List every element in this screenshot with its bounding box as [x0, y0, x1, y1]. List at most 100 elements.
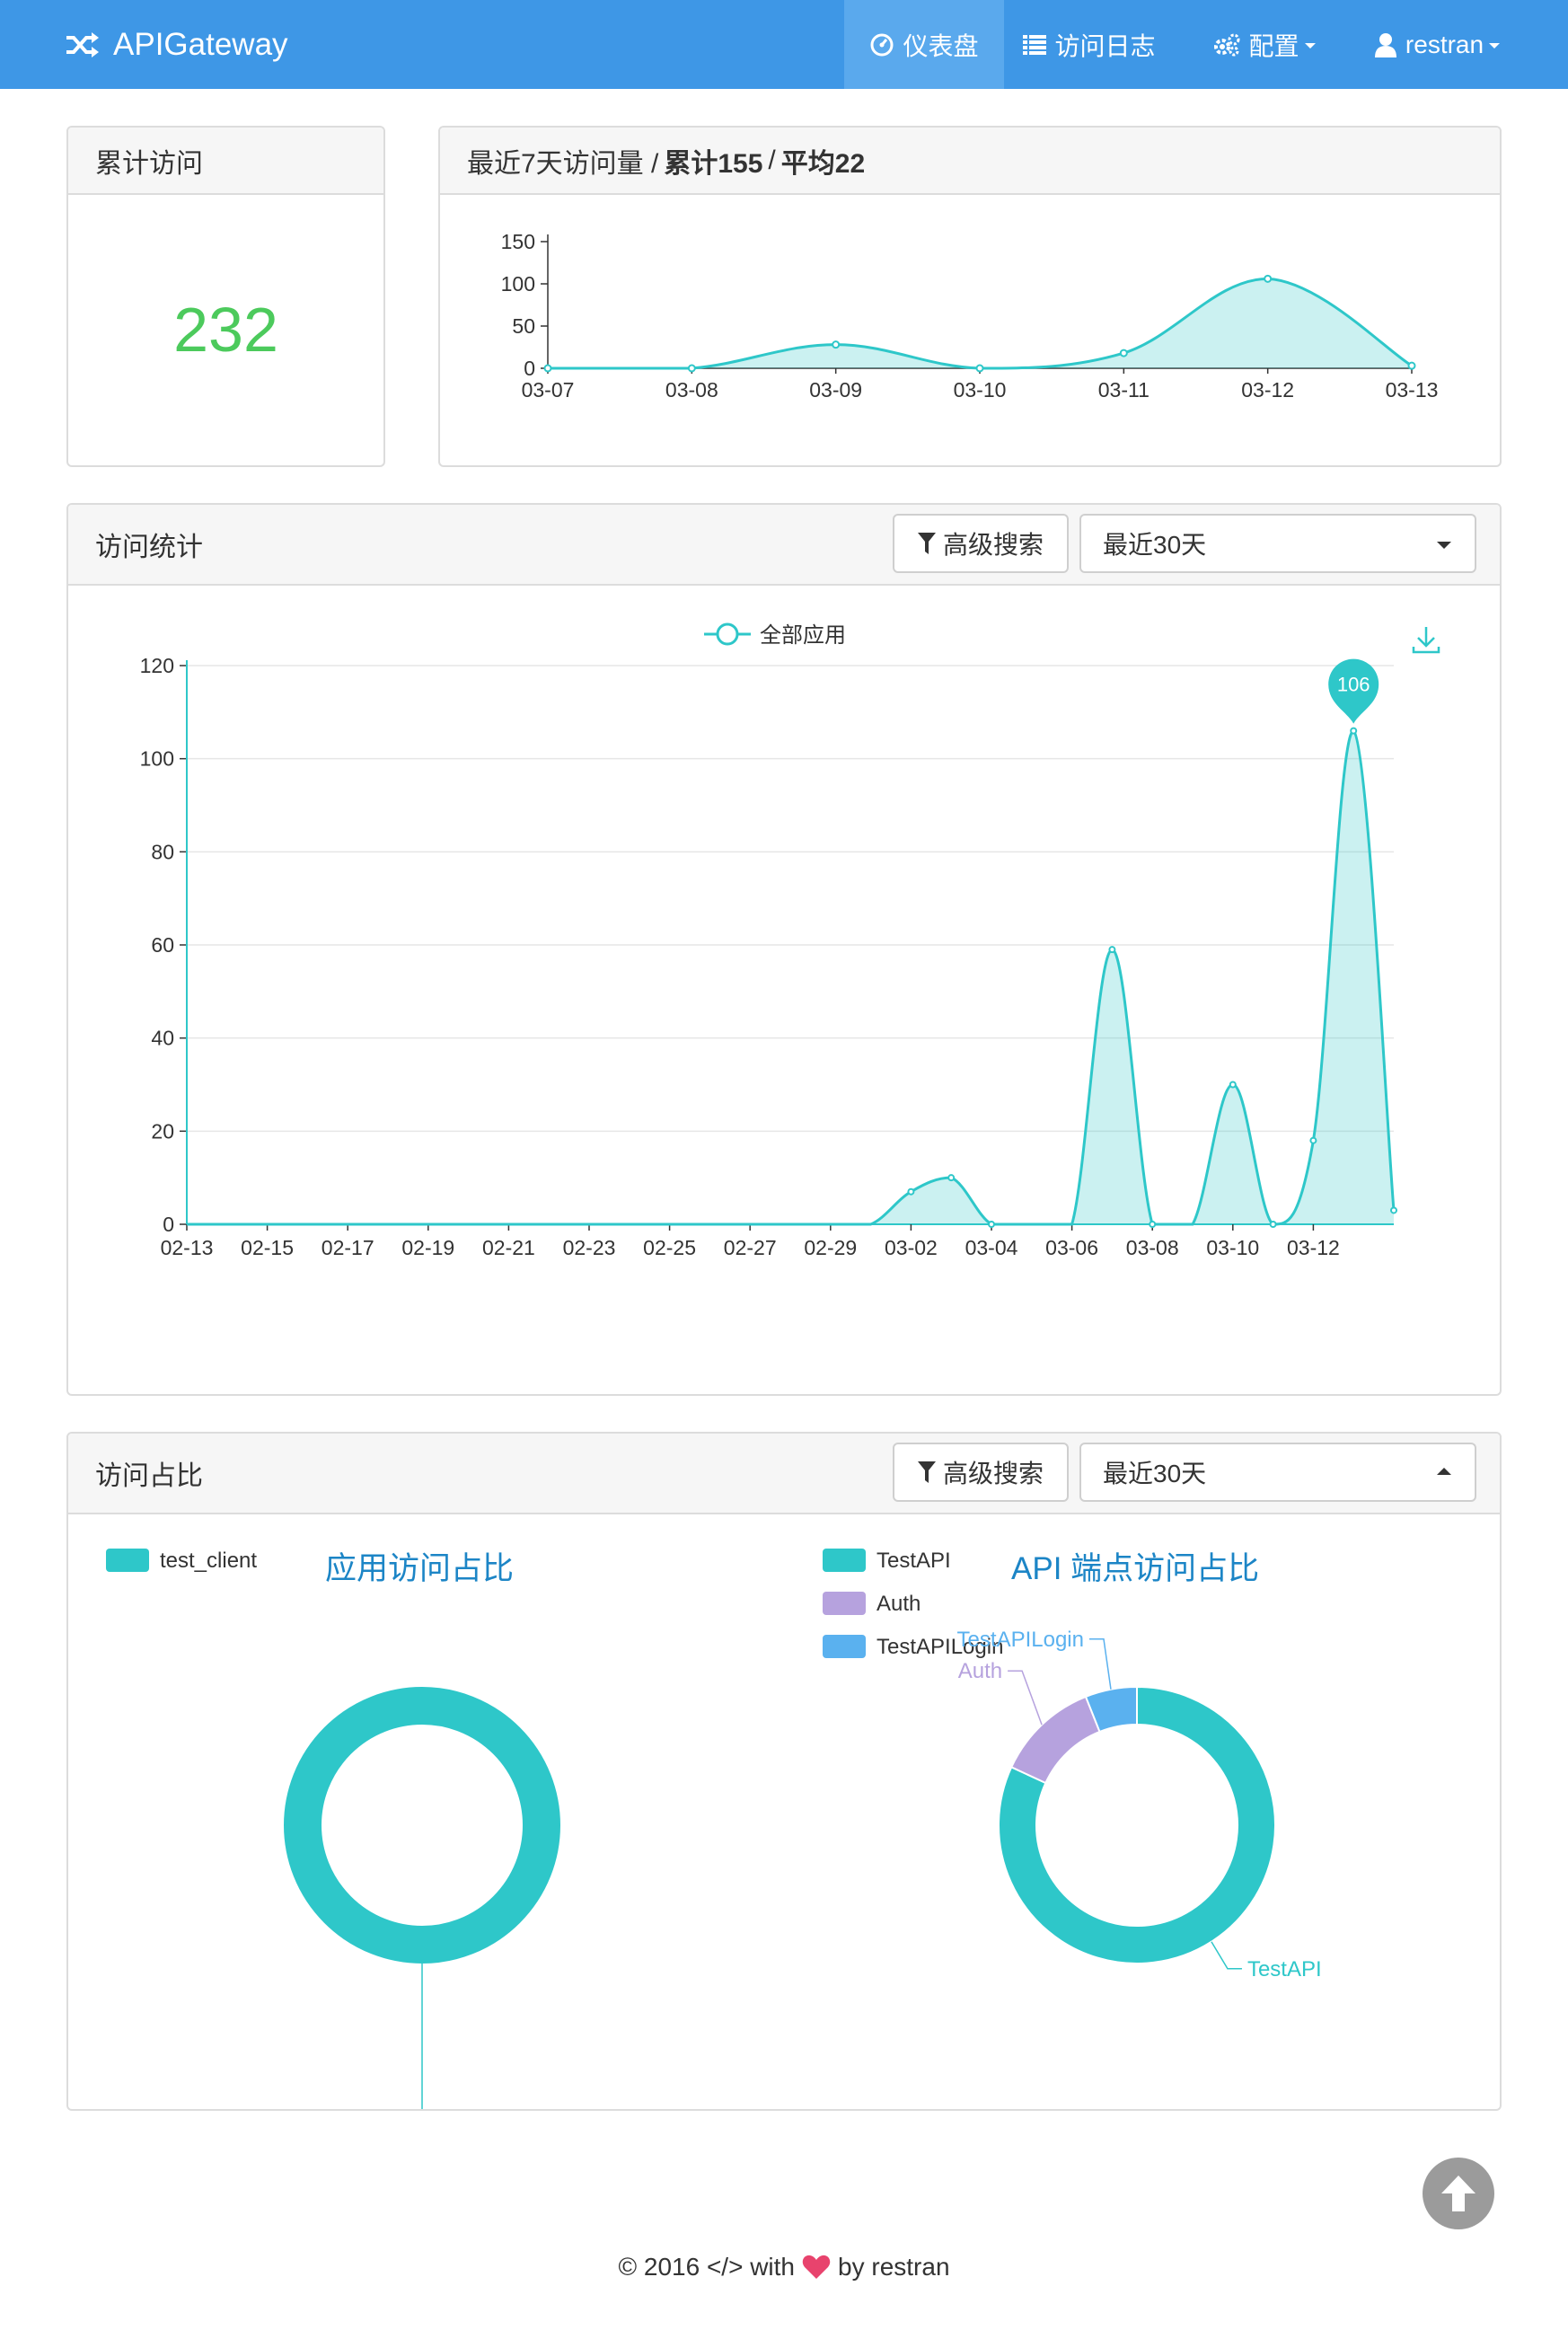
weekly-point	[975, 364, 984, 373]
stats-x-tick-label: 02-17	[322, 1236, 374, 1259]
stats-legend-marker	[716, 622, 739, 646]
visit-share-charts: test_client应用访问占比test_clientTestAPIAuthT…	[106, 1549, 1322, 2109]
advanced-search-label: 高级搜索	[943, 1460, 1044, 1487]
weekly-x-tick-label: 03-09	[809, 378, 862, 402]
pie-title: API 端点访问占比	[1011, 1551, 1259, 1586]
user-icon	[1374, 32, 1396, 57]
stats-y-tick-label: 100	[140, 747, 174, 771]
weekly-point	[687, 364, 696, 373]
brand-title: APIGateway	[113, 26, 288, 62]
total-visits-title: 累计访问	[95, 148, 203, 179]
stats-point	[1229, 1081, 1237, 1089]
stats-y-tick-label: 60	[151, 933, 174, 957]
pie-title: 应用访问占比	[325, 1551, 514, 1586]
nav-config[interactable]: 配置	[1203, 0, 1326, 89]
date-range-value: 最近30天	[1103, 1460, 1207, 1487]
pie-label: TestAPI	[1247, 1957, 1322, 1981]
stats-point	[1390, 1206, 1397, 1214]
stats-x-tick-label: 03-08	[1126, 1236, 1179, 1259]
advanced-search-button[interactable]: 高级搜索	[893, 514, 1069, 573]
date-range-select[interactable]: 最近30天	[1079, 514, 1476, 573]
stats-point	[988, 1221, 995, 1228]
pie-slice	[284, 1687, 560, 1964]
weekly-point	[543, 364, 552, 373]
filter-icon	[918, 533, 936, 554]
date-range-select[interactable]: 最近30天	[1079, 1443, 1476, 1502]
pie-legend-label: TestAPI	[876, 1549, 951, 1573]
total-visits-panel: 累计访问 232	[66, 126, 385, 467]
weekly-x-tick-label: 03-12	[1241, 378, 1294, 402]
stats-x-tick-label: 02-13	[161, 1236, 214, 1259]
weekly-visits-chart: 0 50 100 150 03-07 03-08 03-09 03-10 03-11 03-12 0…	[501, 230, 1439, 402]
visit-share-title: 访问占比	[95, 1461, 203, 1491]
weekly-point	[1119, 349, 1128, 357]
weekly-total-label: 累计155	[664, 148, 763, 179]
nav-access-log[interactable]: 访问日志	[1013, 0, 1166, 89]
advanced-search-label: 高级搜索	[943, 531, 1044, 559]
visit-share-heading: 访问占比 高级搜索 最近30天	[68, 1434, 1500, 1514]
weekly-area	[548, 278, 1412, 368]
stats-x-tick-label: 02-29	[804, 1236, 857, 1259]
stats-y-tick-label: 20	[151, 1119, 174, 1143]
stats-point	[1149, 1221, 1157, 1228]
chevron-down-icon	[1437, 542, 1451, 549]
pie-label-line	[1088, 1638, 1112, 1690]
stats-point	[1309, 1136, 1317, 1144]
weekly-point	[1407, 361, 1416, 370]
nav-user-menu[interactable]: restran	[1363, 0, 1511, 89]
stats-x-tick-label: 02-23	[563, 1236, 616, 1259]
nav-dashboard-label: 仪表盘	[903, 31, 979, 60]
nav-config-label: 配置	[1248, 31, 1299, 60]
weekly-x-tick-label: 03-07	[522, 378, 575, 402]
nav-user-label: restran	[1405, 30, 1484, 58]
dashboard-icon	[870, 33, 894, 56]
total-visits-heading: 累计访问	[68, 128, 383, 195]
weekly-average-label: 平均22	[780, 148, 866, 179]
heart-icon	[802, 2255, 831, 2279]
stats-point	[947, 1174, 956, 1182]
stats-x-tick-label: 03-02	[885, 1236, 938, 1259]
weekly-y-tick-label: 0	[524, 357, 535, 380]
pie-label: TestAPILogin	[957, 1628, 1084, 1652]
stats-y-tick-label: 120	[140, 654, 174, 677]
pie-label-line	[421, 1964, 423, 2109]
stats-max-marker: 106	[1328, 658, 1379, 724]
visit-stats-chart: 全部应用 0 20 40 60 80 100 120 02-13 02-15 02-17 02-19 0…	[140, 622, 1440, 1259]
scroll-to-top-button[interactable]	[1423, 2158, 1494, 2229]
footer-by: by restran	[838, 2253, 950, 2281]
nav-dashboard[interactable]: 仪表盘	[844, 0, 1004, 89]
stats-point	[1350, 727, 1358, 735]
weekly-x-tick-label: 03-11	[1098, 378, 1150, 402]
stats-x-tick-label: 03-06	[1045, 1236, 1098, 1259]
arrow-up-icon	[1441, 2176, 1476, 2211]
stats-point	[1269, 1221, 1277, 1228]
footer: © 2016 </> with by restran	[0, 2253, 1568, 2281]
stats-x-tick-label: 02-19	[401, 1236, 454, 1259]
stats-y-tick-label: 80	[151, 840, 174, 863]
weekly-title-prefix: 最近7天访问量 /	[467, 148, 659, 179]
weekly-y-tick-label: 150	[501, 230, 535, 253]
date-range-value: 最近30天	[1103, 531, 1207, 559]
weekly-x-tick-label: 03-08	[665, 378, 718, 402]
advanced-search-button[interactable]: 高级搜索	[893, 1443, 1069, 1502]
pie-legend-swatch	[823, 1635, 866, 1658]
brand[interactable]: APIGateway	[65, 0, 288, 89]
gears-icon	[1214, 33, 1240, 56]
pie-legend-swatch	[106, 1549, 149, 1572]
pie-legend-swatch	[823, 1549, 866, 1572]
chevron-up-icon	[1437, 1468, 1451, 1475]
pie-label-line	[1211, 1941, 1242, 1970]
weekly-point	[832, 340, 841, 349]
weekly-x-tick-label: 03-10	[954, 378, 1007, 402]
pie-legend-label: Auth	[876, 1592, 921, 1616]
stats-x-tick-label: 02-15	[241, 1236, 294, 1259]
stats-x-tick-label: 03-10	[1206, 1236, 1259, 1259]
stats-max-label: 106	[1337, 674, 1370, 696]
stats-y-tick-label: 40	[151, 1027, 174, 1050]
weekly-y-tick-label: 100	[501, 272, 535, 296]
list-icon	[1023, 34, 1047, 55]
stats-x-tick-label: 02-21	[482, 1236, 535, 1259]
pie-slice	[1009, 1695, 1101, 1785]
download-icon[interactable]	[1412, 627, 1440, 654]
weekly-x-tick-label: 03-13	[1386, 378, 1439, 402]
